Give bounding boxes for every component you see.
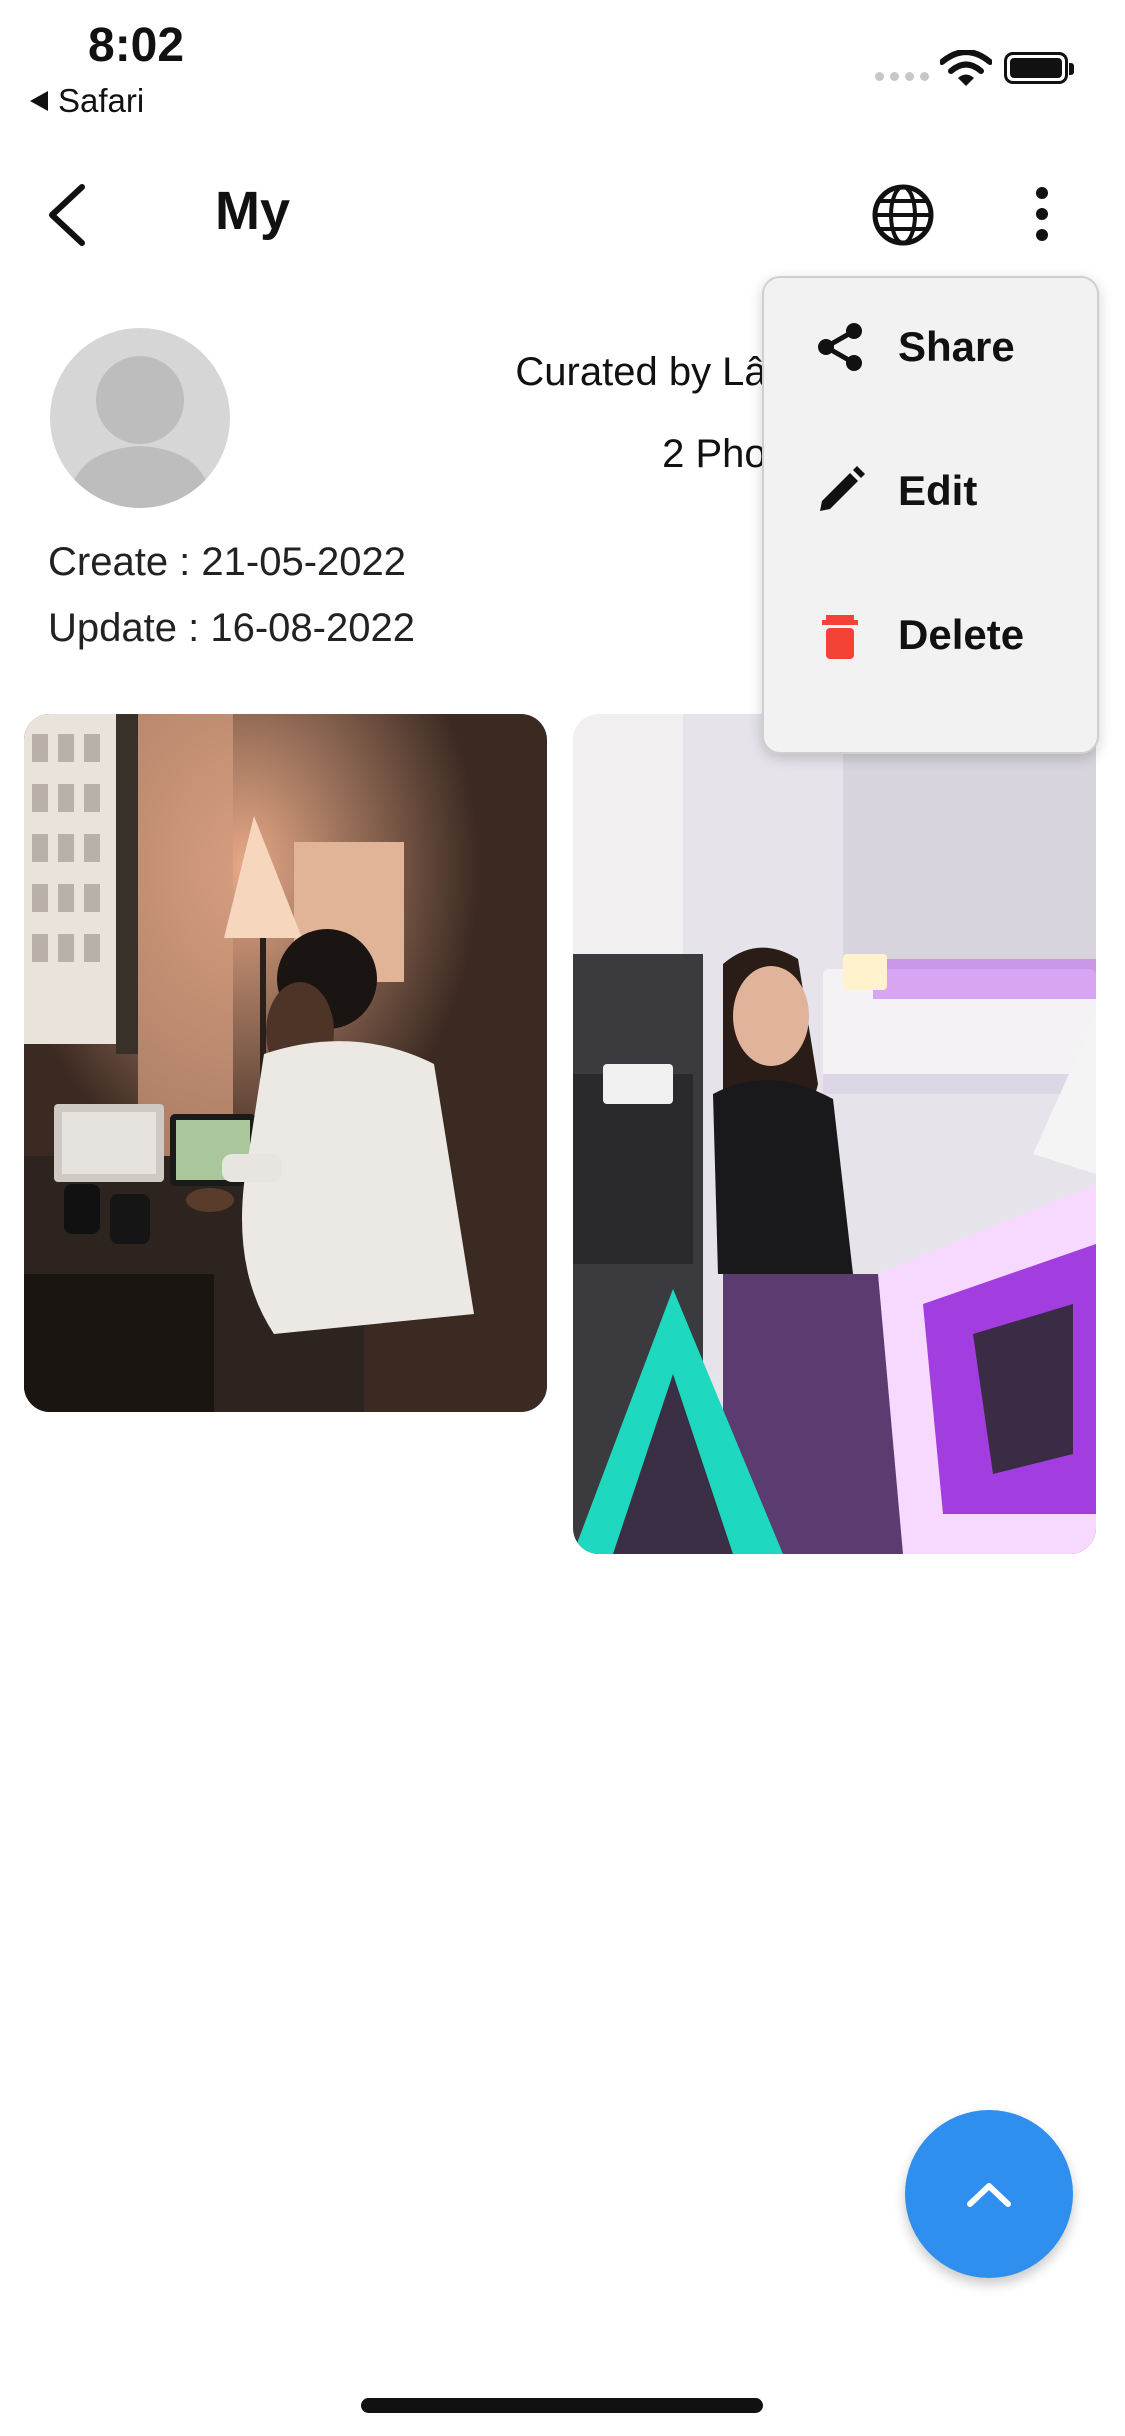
back-arrow-icon[interactable] <box>42 182 92 248</box>
chevron-up-icon <box>967 2183 1011 2207</box>
back-app-label: Safari <box>58 82 145 119</box>
menu-item-share[interactable]: Share <box>764 287 1097 407</box>
home-indicator <box>361 2398 763 2413</box>
overflow-menu: Share Edit Delete <box>762 276 1099 754</box>
back-to-safari[interactable]: Safari <box>30 82 144 120</box>
woman-gaming-neon-photo[interactable] <box>573 714 1096 1554</box>
curated-by-text: Curated by Lâm <box>515 350 800 394</box>
status-time: 8:02 <box>88 19 185 72</box>
menu-item-label: Share <box>898 323 1015 370</box>
avatar-placeholder-icon <box>68 356 212 508</box>
trash-icon <box>812 607 868 663</box>
battery-icon <box>1004 52 1074 84</box>
signal-dots-icon <box>875 72 929 81</box>
man-at-desk-with-laptop-photo[interactable] <box>24 714 547 1412</box>
globe-icon[interactable] <box>870 182 936 248</box>
avatar <box>50 328 230 508</box>
updated-date: Update : 16-08-2022 <box>48 606 415 650</box>
scroll-to-top-button[interactable] <box>905 2110 1073 2278</box>
edit-pencil-icon <box>812 463 868 519</box>
back-triangle-icon <box>30 91 48 111</box>
created-date: Create : 21-05-2022 <box>48 540 407 584</box>
photo-count: 2 Photo <box>662 432 800 476</box>
more-vert-icon[interactable] <box>1030 186 1054 242</box>
menu-item-edit[interactable]: Edit <box>764 431 1097 551</box>
menu-item-label: Delete <box>898 611 1025 658</box>
menu-item-label: Edit <box>898 467 978 514</box>
share-icon <box>812 319 868 375</box>
menu-item-delete[interactable]: Delete <box>764 575 1097 695</box>
page-title: My <box>215 181 291 241</box>
wifi-icon <box>940 50 992 86</box>
